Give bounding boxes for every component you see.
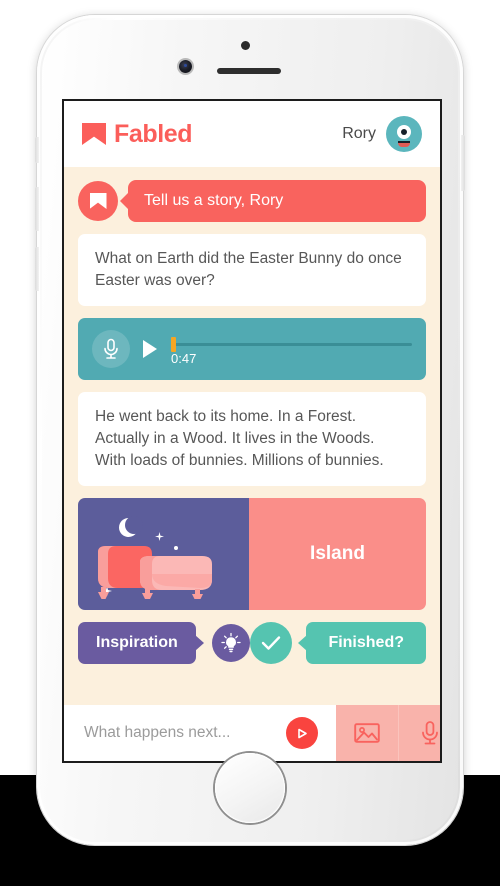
composer-input-area bbox=[64, 705, 336, 761]
lightbulb-icon[interactable] bbox=[211, 624, 250, 662]
inspiration-label: Inspiration bbox=[96, 634, 178, 651]
story-tag-panel[interactable]: Island bbox=[249, 498, 426, 610]
audio-player: 0:47 bbox=[78, 318, 426, 380]
magic-carpet-night-illustration[interactable] bbox=[78, 498, 249, 610]
composer-input[interactable] bbox=[82, 723, 286, 743]
magic-carpet-icon bbox=[98, 546, 212, 599]
proximity-sensor bbox=[241, 41, 250, 50]
avatar[interactable] bbox=[386, 116, 422, 152]
brand-logo[interactable]: Fabled bbox=[82, 119, 193, 149]
bookmark-icon bbox=[89, 193, 107, 209]
crescent-moon-icon bbox=[119, 516, 143, 537]
volume-up-button[interactable] bbox=[35, 187, 39, 231]
camera-lens-glint bbox=[183, 64, 187, 67]
audio-scrubber[interactable]: 0:47 bbox=[171, 330, 412, 368]
microphone-icon bbox=[422, 721, 438, 745]
silent-switch[interactable] bbox=[35, 137, 39, 163]
prompt-bubble: Tell us a story, Rory bbox=[128, 180, 426, 222]
volume-down-button[interactable] bbox=[35, 247, 39, 291]
image-button[interactable] bbox=[336, 705, 398, 761]
home-button[interactable] bbox=[215, 753, 285, 823]
star-icon bbox=[155, 532, 164, 541]
phone-screen: Fabled Rory Tell us a story, Rory What o… bbox=[62, 99, 442, 763]
earpiece-speaker bbox=[217, 68, 281, 74]
conversation-feed: Tell us a story, Rory What on Earth did … bbox=[64, 167, 440, 705]
voice-record-button[interactable] bbox=[398, 705, 440, 761]
app-header: Fabled Rory bbox=[64, 101, 440, 167]
audio-time: 0:47 bbox=[171, 351, 197, 366]
actions-row: Inspiration Finished? bbox=[78, 622, 426, 664]
finished-button[interactable]: Finished? bbox=[306, 622, 426, 664]
audio-playhead[interactable] bbox=[171, 337, 176, 352]
story-tag-label: Island bbox=[310, 543, 365, 564]
avatar-eye-icon bbox=[397, 125, 411, 139]
user-name: Rory bbox=[342, 125, 376, 142]
phone-device-frame: Fabled Rory Tell us a story, Rory What o… bbox=[35, 15, 465, 845]
avatar-mouth-icon bbox=[398, 141, 410, 147]
power-button[interactable] bbox=[461, 135, 465, 191]
prompt-message-row: Tell us a story, Rory bbox=[78, 180, 426, 222]
question-card: What on Earth did the Easter Bunny do on… bbox=[78, 234, 426, 306]
front-camera bbox=[179, 60, 192, 73]
image-icon bbox=[354, 723, 380, 743]
audio-track bbox=[171, 343, 412, 346]
play-icon[interactable] bbox=[143, 340, 157, 358]
prompt-avatar bbox=[78, 181, 118, 221]
bookmark-icon bbox=[82, 123, 106, 145]
prompt-text: Tell us a story, Rory bbox=[144, 192, 284, 209]
header-user-area: Rory bbox=[342, 116, 422, 152]
brand-name: Fabled bbox=[114, 119, 193, 148]
story-text: He went back to its home. In a Forest. A… bbox=[95, 408, 384, 469]
story-card: He went back to its home. In a Forest. A… bbox=[78, 392, 426, 486]
check-icon[interactable] bbox=[250, 622, 293, 664]
question-text: What on Earth did the Easter Bunny do on… bbox=[95, 250, 402, 289]
finished-label: Finished? bbox=[328, 634, 404, 651]
media-row: Island bbox=[78, 498, 426, 610]
microphone-icon[interactable] bbox=[92, 330, 130, 368]
send-button[interactable] bbox=[286, 717, 318, 749]
inspiration-button[interactable]: Inspiration bbox=[78, 622, 196, 664]
